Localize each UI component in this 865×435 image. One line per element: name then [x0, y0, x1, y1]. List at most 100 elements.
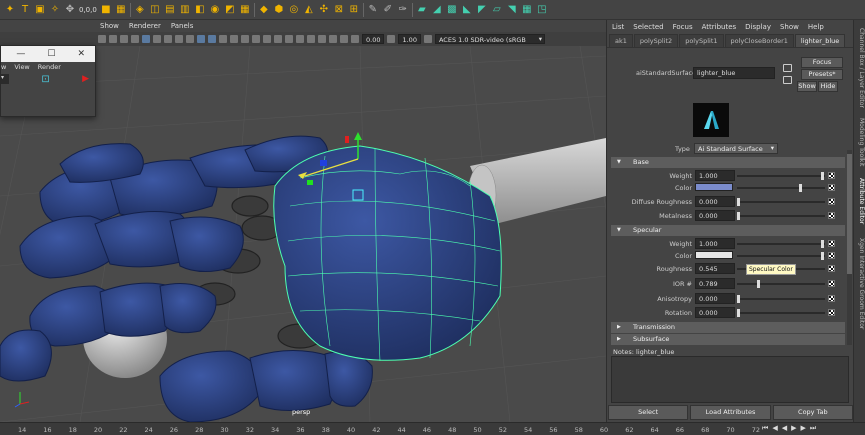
attr-menu-display[interactable]: Display: [745, 23, 771, 31]
go-to-start-icon[interactable]: ⏮: [762, 424, 768, 433]
uv-planar-icon[interactable]: ▱: [491, 3, 503, 16]
play-back-icon[interactable]: ◀: [782, 424, 787, 433]
wireframe-icon[interactable]: [197, 35, 205, 43]
use-lights-icon[interactable]: [241, 35, 249, 43]
xray-icon[interactable]: [318, 35, 326, 43]
anisotropy-slider[interactable]: [737, 295, 825, 303]
uv-layout-icon[interactable]: ▩: [446, 3, 458, 16]
input-connection-icon[interactable]: [783, 64, 792, 72]
gamma-field[interactable]: 1.00: [398, 34, 421, 44]
smooth-shade-icon[interactable]: [208, 35, 216, 43]
uv-sew-icon[interactable]: ◤: [476, 3, 488, 16]
tab-polysplit2[interactable]: polySplit2: [633, 34, 679, 47]
go-to-end-icon[interactable]: ⏭: [810, 424, 816, 433]
viewport-persp[interactable]: Show Renderer Panels 0.00 1.00 ACES 1.0 …: [0, 20, 606, 422]
attribute-scrollbar[interactable]: [847, 150, 852, 345]
star-tool-icon[interactable]: ✦: [4, 3, 16, 16]
time-slider[interactable]: 14 16 18 20 22 24 26 28 30 32 34 36 38 40 42 44 46 48 50 52…: [0, 422, 865, 435]
uv-unfold-icon[interactable]: ◢: [431, 3, 443, 16]
map-button[interactable]: [828, 172, 835, 179]
backface-icon[interactable]: [340, 35, 348, 43]
base-color-swatch[interactable]: [695, 183, 733, 191]
map-button[interactable]: [828, 240, 835, 247]
map-button[interactable]: [828, 252, 835, 259]
spec-weight-slider[interactable]: [737, 240, 825, 248]
render-view-window[interactable]: — ☐ ✕ w View Render ▾ ⊡ ▶: [0, 45, 96, 117]
ior-field[interactable]: 0.789: [695, 278, 735, 289]
film-gate-icon[interactable]: [153, 35, 161, 43]
tab-ak1[interactable]: ak1: [609, 34, 633, 47]
rotation-field[interactable]: 0.000: [695, 307, 735, 318]
diffuse-roughness-field[interactable]: 0.000: [695, 196, 735, 207]
poke-icon[interactable]: ✣: [318, 3, 330, 16]
map-button[interactable]: [828, 295, 835, 302]
notes-textarea[interactable]: [611, 356, 849, 403]
textured-icon[interactable]: [230, 35, 238, 43]
color-management-icon[interactable]: [423, 35, 432, 43]
exposure-icon[interactable]: [351, 35, 359, 43]
uv-auto-icon[interactable]: ◥: [506, 3, 518, 16]
focus-button[interactable]: Focus: [801, 57, 843, 68]
separate-icon[interactable]: ◧: [194, 3, 206, 16]
output-connection-icon[interactable]: [783, 76, 792, 84]
sculpt-icon[interactable]: ✑: [397, 3, 409, 16]
tab-polycloseborder1[interactable]: polyCloseBorder1: [724, 34, 794, 47]
spec-weight-field[interactable]: 1.000: [695, 238, 735, 249]
viewport-menu-renderer[interactable]: Renderer: [129, 22, 161, 30]
map-button[interactable]: [828, 212, 835, 219]
section-base[interactable]: Base: [611, 157, 845, 168]
resolution-gate-icon[interactable]: [164, 35, 172, 43]
anisotropy-field[interactable]: 0.000: [695, 293, 735, 304]
spec-roughness-field[interactable]: 0.545: [695, 263, 735, 274]
base-weight-field[interactable]: 1.000: [695, 170, 735, 181]
uv-toolkit-icon[interactable]: ◳: [536, 3, 548, 16]
vtab-modeling-toolkit[interactable]: Modeling Toolkit: [855, 118, 865, 166]
target-weld-icon[interactable]: ◎: [288, 3, 300, 16]
render-view-menu-view[interactable]: View: [14, 63, 29, 71]
anti-alias-icon[interactable]: [285, 35, 293, 43]
metalness-field[interactable]: 0.000: [695, 210, 735, 221]
gate-mask-icon[interactable]: [175, 35, 183, 43]
map-button[interactable]: [828, 198, 835, 205]
svg-tool-icon[interactable]: ▣: [34, 3, 46, 16]
smooth-icon[interactable]: ◉: [209, 3, 221, 16]
delete-edge-icon[interactable]: ⊠: [333, 3, 345, 16]
copy-tab-button[interactable]: Copy Tab: [772, 405, 853, 420]
section-specular[interactable]: Specular: [611, 225, 845, 236]
pencil-icon[interactable]: ✎: [367, 3, 379, 16]
hide-button[interactable]: Hide: [818, 81, 838, 92]
image-plane-icon[interactable]: [131, 35, 139, 43]
map-button[interactable]: [828, 309, 835, 316]
type-dropdown[interactable]: Ai Standard Surface: [694, 143, 778, 154]
scroll-thumb[interactable]: [847, 154, 852, 274]
vtab-xgen-groom-editor[interactable]: Xgen Interactive Groom Editor: [855, 238, 865, 329]
base-weight-slider[interactable]: [737, 172, 825, 180]
rotation-slider[interactable]: [737, 309, 825, 317]
wedge-icon[interactable]: ◭: [303, 3, 315, 16]
attr-menu-list[interactable]: List: [612, 23, 624, 31]
exposure-field[interactable]: 0.00: [362, 34, 385, 44]
map-button[interactable]: [828, 280, 835, 287]
combine-icon[interactable]: ▥: [179, 3, 191, 16]
map-button[interactable]: [828, 265, 835, 272]
presets-button[interactable]: Presets*: [801, 69, 843, 80]
node-name-field[interactable]: lighter_blue: [693, 67, 775, 79]
vtab-attribute-editor[interactable]: Attribute Editor: [855, 178, 865, 224]
attr-menu-selected[interactable]: Selected: [633, 23, 663, 31]
minimize-icon[interactable]: —: [16, 49, 25, 59]
attr-menu-show[interactable]: Show: [780, 23, 799, 31]
field-chart-icon[interactable]: [186, 35, 194, 43]
close-icon[interactable]: ✕: [77, 49, 85, 59]
camera-attributes-icon[interactable]: [109, 35, 117, 43]
uv-editor-icon[interactable]: ▦: [521, 3, 533, 16]
text-tool-icon[interactable]: T: [19, 3, 31, 16]
attr-menu-help[interactable]: Help: [808, 23, 824, 31]
ior-slider[interactable]: [737, 280, 825, 288]
load-attributes-button[interactable]: Load Attributes: [690, 405, 771, 420]
select-button[interactable]: Select: [608, 405, 689, 420]
base-color-slider[interactable]: [737, 184, 825, 192]
section-subsurface[interactable]: Subsurface: [611, 334, 845, 345]
ambient-occlusion-icon[interactable]: [263, 35, 271, 43]
render-play-icon[interactable]: ▶: [82, 74, 89, 84]
collapse-icon[interactable]: ⊞: [348, 3, 360, 16]
